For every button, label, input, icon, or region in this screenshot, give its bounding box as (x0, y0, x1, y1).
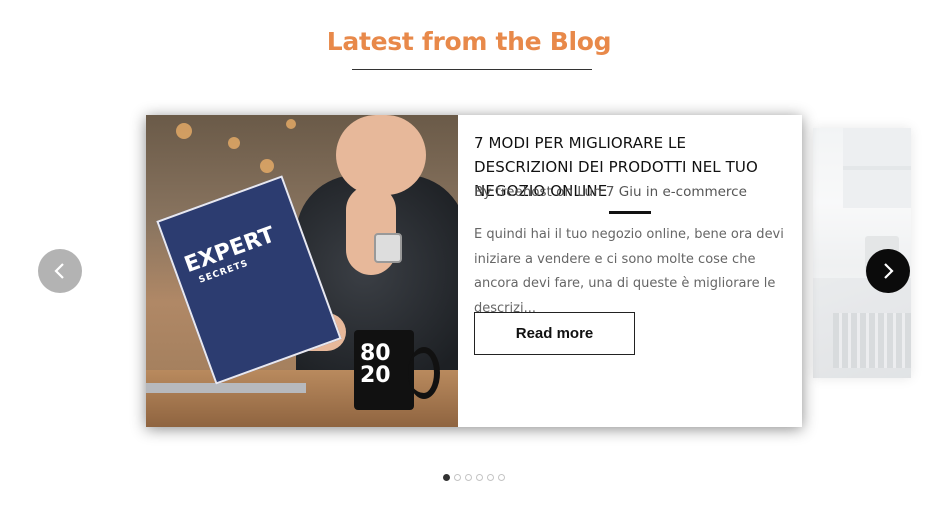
mug-handle (408, 347, 440, 399)
person-face (336, 115, 426, 195)
carousel-next-button[interactable] (866, 249, 910, 293)
preview-window (843, 128, 911, 208)
post-meta: By treehost on Lun 7 Giu in e-commerce (474, 184, 747, 200)
post-excerpt: E quindi hai il tuo negozio online, bene… (474, 227, 784, 316)
chevron-left-icon (54, 263, 64, 279)
bokeh-light (260, 159, 274, 173)
bokeh-light (176, 123, 192, 139)
title-divider (352, 69, 592, 70)
bokeh-light (228, 137, 240, 149)
post-image[interactable]: EXPERT SECRETS 80 20 (146, 115, 458, 427)
mug-text: 80 20 (360, 341, 391, 388)
meta-divider (609, 211, 651, 214)
post-content: 7 MODI PER MIGLIORARE LE DESCRIZIONI DEI… (474, 115, 789, 427)
carousel-dot-3[interactable] (465, 474, 472, 481)
laptop (146, 383, 306, 393)
carousel-dot-1[interactable] (443, 474, 450, 481)
section-title: Latest from the Blog (326, 26, 612, 56)
carousel-dot-5[interactable] (487, 474, 494, 481)
carousel-prev-button[interactable] (38, 249, 82, 293)
carousel-dot-6[interactable] (498, 474, 505, 481)
blog-post-card: EXPERT SECRETS 80 20 7 MODI PER MIGLIORA… (146, 115, 802, 427)
read-more-button[interactable]: Read more (474, 312, 635, 355)
carousel-dot-2[interactable] (454, 474, 461, 481)
watch (374, 233, 402, 263)
preview-keyboard (833, 313, 911, 368)
carousel-pagination (443, 474, 505, 481)
chevron-right-icon (884, 263, 894, 279)
bokeh-light (286, 119, 296, 129)
carousel-dot-4[interactable] (476, 474, 483, 481)
